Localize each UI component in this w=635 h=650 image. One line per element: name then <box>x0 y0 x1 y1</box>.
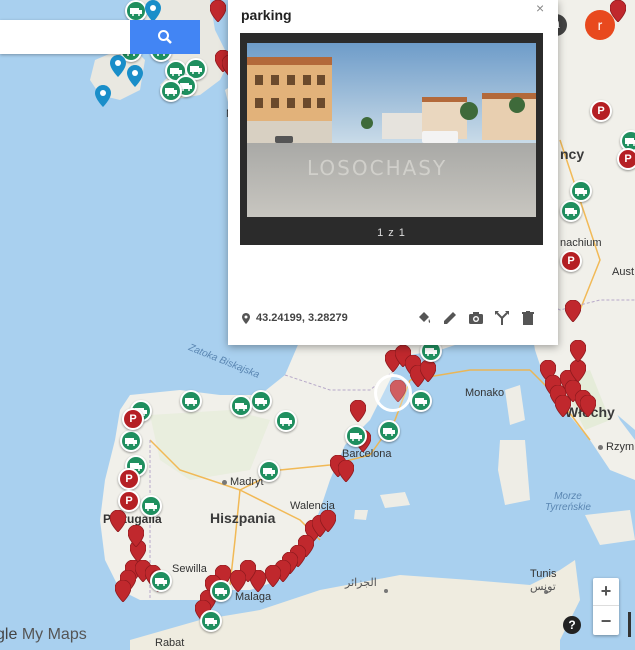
place-info-popup: parking × LOSOCHASY 1 z 1 43.24199, 3.28… <box>228 0 558 345</box>
camper-marker-icon[interactable] <box>180 390 202 412</box>
parking-marker-icon[interactable]: P <box>122 408 144 430</box>
label-austria-fragment: Aust <box>612 266 635 278</box>
camper-marker-icon[interactable] <box>160 80 182 102</box>
camper-marker-icon[interactable] <box>150 570 172 592</box>
camper-marker-icon[interactable] <box>410 390 432 412</box>
popup-toolbar <box>416 310 536 326</box>
coordinates-row: 43.24199, 3.28279 <box>242 312 348 324</box>
map-marker-red[interactable] <box>110 510 126 532</box>
map-marker-blue[interactable] <box>95 85 111 107</box>
map-marker-red[interactable] <box>570 340 586 362</box>
parking-marker-icon[interactable]: P <box>118 490 140 512</box>
map-marker-red[interactable] <box>265 565 281 587</box>
camper-marker-icon[interactable] <box>258 460 280 482</box>
zoom-in-button[interactable]: + <box>593 578 619 606</box>
camper-marker-icon[interactable] <box>140 495 162 517</box>
map-marker-red[interactable] <box>115 580 131 602</box>
search-input[interactable] <box>0 20 130 54</box>
parking-marker-icon[interactable]: P <box>590 100 612 122</box>
label-tunis: Tunis <box>530 568 557 580</box>
scale-bar <box>628 612 631 637</box>
photo-watermark: LOSOCHASY <box>307 156 447 180</box>
camper-marker-icon[interactable] <box>560 200 582 222</box>
camper-marker-icon[interactable] <box>570 180 592 202</box>
map-marker-red[interactable] <box>420 360 436 382</box>
label-munich-fragment: nachium <box>560 237 602 249</box>
search-icon <box>158 30 172 44</box>
camper-marker-icon[interactable] <box>378 420 400 442</box>
place-photo[interactable]: LOSOCHASY <box>247 43 536 217</box>
map-marker-red[interactable] <box>230 570 246 592</box>
label-france-fragment: ncy <box>560 146 585 162</box>
zoom-control: + − <box>593 578 619 635</box>
camper-marker-icon[interactable] <box>275 410 297 432</box>
label-malaga: Malaga <box>235 591 272 603</box>
label-tyrrhenian: Morze Tyrreńskie <box>545 491 591 513</box>
coordinates-text: 43.24199, 3.28279 <box>256 312 348 324</box>
photo-viewer[interactable]: LOSOCHASY 1 z 1 <box>240 33 543 245</box>
map-marker-blue[interactable] <box>145 0 161 22</box>
pencil-icon[interactable] <box>442 310 458 326</box>
label-spain: Hiszpania <box>210 510 276 526</box>
camper-marker-icon[interactable] <box>125 0 147 22</box>
map-marker-red[interactable] <box>570 360 586 382</box>
paint-bucket-icon[interactable] <box>416 310 432 326</box>
search-button[interactable] <box>130 20 200 54</box>
my-maps-logo: gle My Maps <box>0 626 87 643</box>
label-tunis-arabic: تونس <box>530 581 556 593</box>
map-marker-blue[interactable] <box>127 65 143 87</box>
label-monaco: Monako <box>465 387 505 399</box>
map-marker-red[interactable] <box>210 0 226 22</box>
label-rabat: Rabat <box>155 637 185 649</box>
location-pin-icon <box>242 312 250 324</box>
zoom-out-button[interactable]: − <box>593 607 619 635</box>
camper-marker-icon[interactable] <box>200 610 222 632</box>
map-marker-red[interactable] <box>565 300 581 322</box>
map-marker-red[interactable] <box>350 400 366 422</box>
help-icon[interactable]: ? <box>563 616 581 634</box>
trash-icon[interactable] <box>520 310 536 326</box>
camera-icon[interactable] <box>468 310 484 326</box>
label-algiers-arabic: الجزائر <box>345 577 377 589</box>
parking-marker-icon[interactable]: P <box>617 148 635 170</box>
map-marker-red[interactable] <box>338 460 354 482</box>
close-icon[interactable]: × <box>536 0 544 16</box>
map-marker-red[interactable] <box>320 510 336 532</box>
map-marker-red[interactable] <box>128 525 144 547</box>
camper-marker-icon[interactable] <box>230 395 252 417</box>
avatar[interactable]: r <box>585 10 615 40</box>
parking-marker-icon[interactable]: P <box>560 250 582 272</box>
label-madrid: Madryt <box>222 476 264 488</box>
camper-marker-icon[interactable] <box>120 430 142 452</box>
photo-counter: 1 z 1 <box>377 227 406 239</box>
camper-marker-icon[interactable] <box>345 425 367 447</box>
parking-marker-icon[interactable]: P <box>118 468 140 490</box>
directions-icon[interactable] <box>494 310 510 326</box>
popup-title: parking <box>241 7 292 23</box>
map-marker-red[interactable] <box>580 395 596 417</box>
selected-marker-ring <box>374 374 412 412</box>
label-sevilla: Sewilla <box>172 563 207 575</box>
camper-marker-icon[interactable] <box>250 390 272 412</box>
map-marker-blue[interactable] <box>110 55 126 77</box>
camper-marker-icon[interactable] <box>210 580 232 602</box>
label-rome: Rzym <box>598 441 634 453</box>
